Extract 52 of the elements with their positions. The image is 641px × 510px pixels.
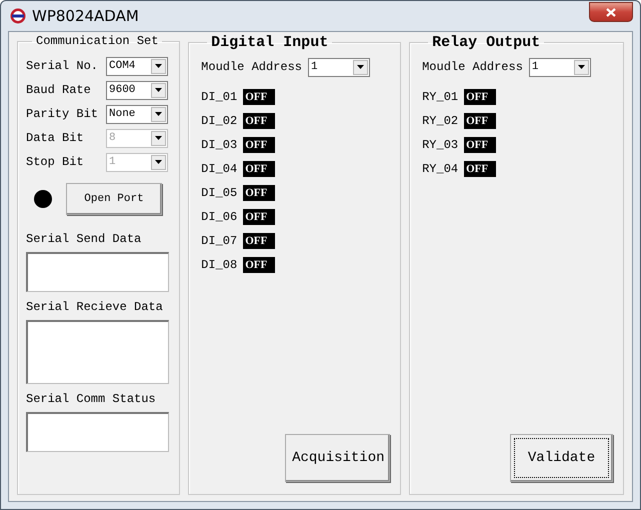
status-indicator: OFF [243,137,276,153]
action-button[interactable]: Validate [510,434,613,482]
field-label: Moudle Address [422,60,523,74]
channel-label: DI_04 [201,162,238,176]
status-indicator: OFF [243,257,276,273]
status-indicator: OFF [464,161,496,177]
field-label: Data Bit [26,131,85,145]
channel-label: RY_01 [422,90,458,104]
status-indicator: OFF [243,209,276,225]
status-indicator: OFF [243,161,276,177]
dropdown[interactable]: None [106,104,168,124]
field-label: Serial Recieve Data [26,300,164,314]
group-title: Digital Input [210,34,330,51]
channel-label: DI_07 [201,234,238,248]
channel-label: DI_06 [201,210,238,224]
channel-label: RY_02 [422,114,458,128]
field-label: Moudle Address [201,60,302,74]
group-title: Communication Set [35,34,160,48]
channel-label: DI_05 [201,186,238,200]
status-indicator: OFF [243,89,276,105]
field-label: Serial Send Data [26,232,142,246]
channel-label: DI_08 [201,258,238,272]
channel-label: DI_01 [201,90,238,104]
close-button[interactable] [589,2,633,22]
field-label: Parity Bit [26,107,100,121]
dropdown[interactable]: 9600 [106,80,168,100]
dropdown[interactable]: COM4 [106,56,168,76]
window-title: WP8024ADAM [32,7,140,25]
channel-label: RY_04 [422,162,458,176]
status-indicator: OFF [243,185,276,201]
status-indicator: OFF [464,137,496,153]
field-label: Serial Comm Status [26,392,157,406]
open-port-button[interactable]: Open Port [66,183,162,215]
field-label: Baud Rate [26,83,92,97]
status-indicator: OFF [464,113,496,129]
text-area[interactable] [26,412,169,452]
channel-label: RY_03 [422,138,458,152]
channel-label: DI_03 [201,138,238,152]
app-icon [10,8,26,24]
text-area[interactable] [26,320,169,384]
status-indicator: OFF [464,89,496,105]
status-indicator: OFF [243,113,276,129]
action-button[interactable]: Acquisition [285,434,390,482]
text-area[interactable] [26,252,169,292]
channel-label: DI_02 [201,114,238,128]
close-icon[interactable] [606,8,616,16]
dropdown[interactable]: 1 [308,58,370,76]
field-label: Stop Bit [26,155,85,169]
dropdown[interactable]: 1 [528,58,591,76]
status-indicator: OFF [243,233,276,249]
group-title: Relay Output [431,34,542,51]
field-label: Serial No. [26,59,100,73]
